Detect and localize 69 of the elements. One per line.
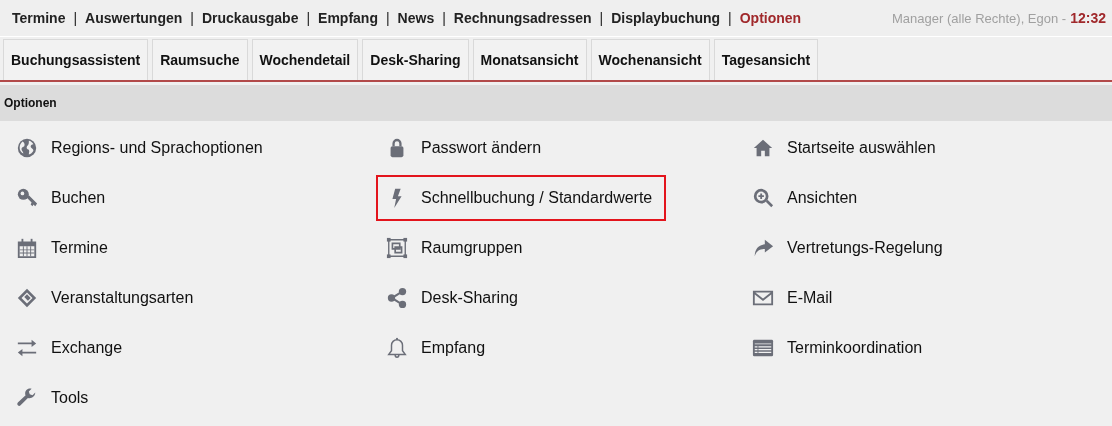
- option-label: Regions- und Sprachoptionen: [51, 139, 263, 157]
- option-label: Vertretungs-Regelung: [787, 239, 943, 257]
- house-icon: [752, 137, 774, 159]
- option-link[interactable]: Regions- und Sprachoptionen: [6, 125, 277, 171]
- swap-arrows-icon: [16, 337, 38, 359]
- nav-separator: |: [306, 10, 311, 26]
- option-link[interactable]: Buchen: [6, 175, 120, 221]
- section-title: Optionen: [4, 96, 57, 110]
- clock-time: 12:32: [1070, 10, 1106, 26]
- nav-link[interactable]: News: [397, 10, 435, 26]
- tab[interactable]: Desk-Sharing: [362, 39, 469, 80]
- option-link[interactable]: Termine: [6, 225, 122, 271]
- option-link[interactable]: Desk-Sharing: [376, 275, 532, 321]
- nav-link[interactable]: Optionen: [739, 10, 802, 26]
- option-label: Veranstaltungsarten: [51, 289, 194, 307]
- key-icon: [16, 187, 38, 209]
- option-label: Exchange: [51, 339, 123, 357]
- option-label: Tools: [51, 389, 89, 407]
- globe-icon: [16, 137, 38, 159]
- option-label: Desk-Sharing: [421, 289, 518, 307]
- nav-link[interactable]: Auswertungen: [85, 10, 183, 26]
- bell-icon: [386, 337, 408, 359]
- option-label: Startseite auswählen: [787, 139, 936, 157]
- option-link[interactable]: Exchange: [6, 325, 137, 371]
- nav-separator: |: [385, 10, 390, 26]
- option-label: Empfang: [421, 339, 486, 357]
- zoom-in-icon: [752, 187, 774, 209]
- option-label: Schnellbuchung / Standardwerte: [421, 189, 653, 207]
- wrench-icon: [16, 387, 38, 409]
- option-label: Termine: [51, 239, 108, 257]
- option-link[interactable]: Ansichten: [742, 175, 872, 221]
- nav-separator: |: [442, 10, 446, 26]
- option-link[interactable]: Raumgruppen: [376, 225, 537, 271]
- list-icon: [752, 337, 774, 359]
- option-link[interactable]: Schnellbuchung / Standardwerte: [376, 175, 667, 221]
- nav-separator: |: [599, 10, 604, 26]
- nav-link[interactable]: Termine: [12, 10, 66, 26]
- option-label: Ansichten: [787, 189, 858, 207]
- nested-squares-icon: [386, 237, 408, 259]
- option-label: Terminkoordination: [787, 339, 923, 357]
- tab[interactable]: Monatsansicht: [472, 39, 587, 80]
- nav-separator: |: [190, 10, 194, 26]
- tab[interactable]: Buchungsassistent: [3, 39, 149, 80]
- option-label: Buchen: [51, 189, 106, 207]
- option-link[interactable]: Tools: [6, 375, 103, 421]
- tab[interactable]: Wochenansicht: [590, 39, 710, 80]
- nav-link[interactable]: Empfang: [318, 10, 378, 26]
- option-link[interactable]: E-Mail: [742, 275, 847, 321]
- option-link[interactable]: Startseite auswählen: [742, 125, 950, 171]
- option-link[interactable]: Passwort ändern: [376, 125, 556, 171]
- ticket-icon: [16, 287, 38, 309]
- share-icon: [386, 287, 408, 309]
- tab[interactable]: Wochendetail: [251, 39, 359, 80]
- nav-link[interactable]: Rechnungsadressen: [453, 10, 592, 26]
- nav-separator: |: [73, 10, 78, 26]
- option-link[interactable]: Empfang: [376, 325, 500, 371]
- nav-link[interactable]: Druckausgabe: [201, 10, 299, 26]
- tab[interactable]: Tagesansicht: [713, 39, 819, 80]
- option-label: E-Mail: [787, 289, 833, 307]
- option-link[interactable]: Vertretungs-Regelung: [742, 225, 957, 271]
- calendar-icon: [16, 237, 38, 259]
- nav-link[interactable]: Displaybuchung: [611, 10, 721, 26]
- option-link[interactable]: Terminkoordination: [742, 325, 937, 371]
- tab[interactable]: Raumsuche: [152, 39, 248, 80]
- option-label: Raumgruppen: [421, 239, 523, 257]
- option-link[interactable]: Veranstaltungsarten: [6, 275, 208, 321]
- nav-separator: |: [728, 10, 732, 26]
- user-name: Manager (alle Rechte), Egon -: [892, 10, 1067, 26]
- option-label: Passwort ändern: [421, 139, 542, 157]
